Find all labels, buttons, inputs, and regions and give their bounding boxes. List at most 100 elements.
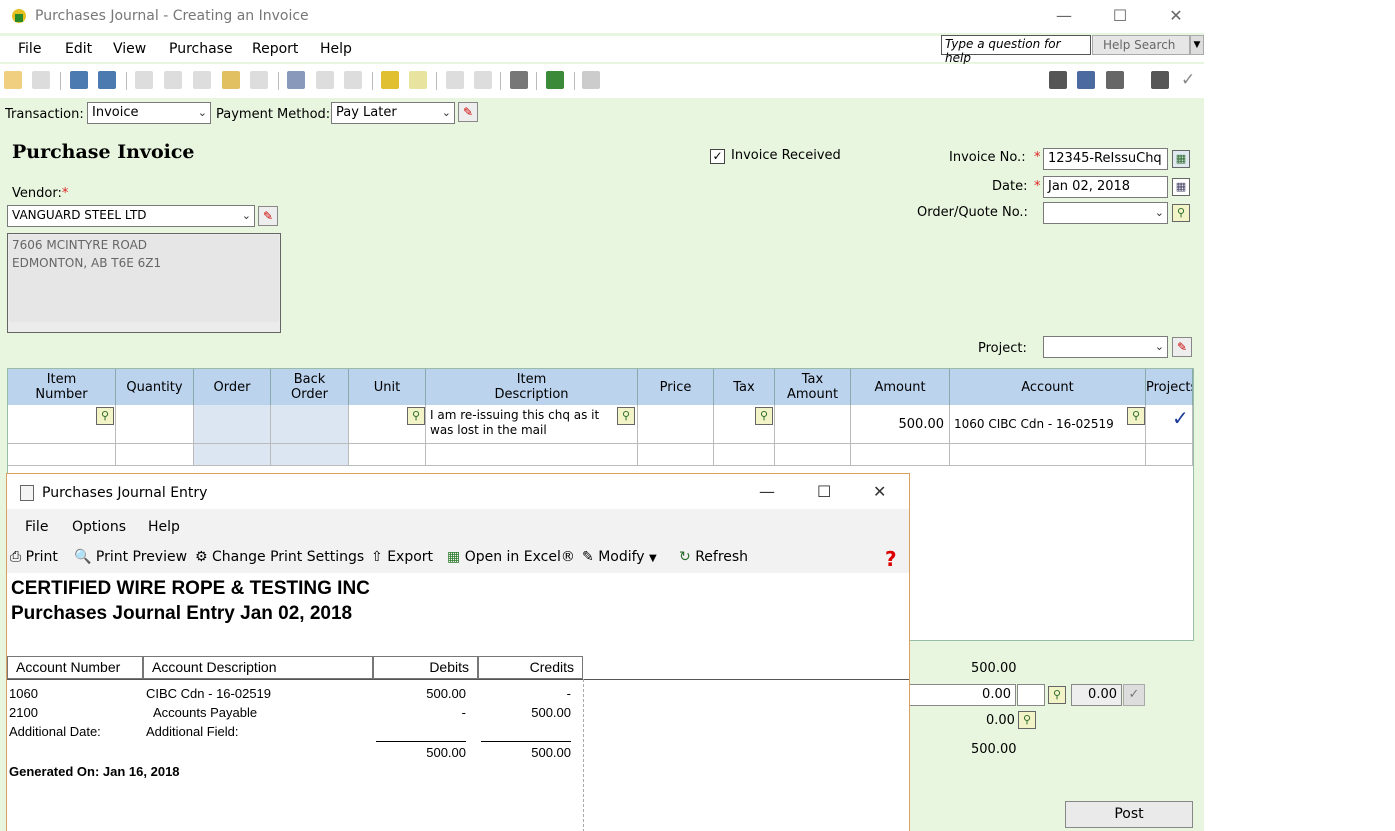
cell-empty[interactable] — [349, 444, 426, 466]
help-icon[interactable]: ? — [885, 547, 897, 571]
fill-icon[interactable] — [193, 71, 211, 89]
adjust-icon[interactable] — [222, 71, 240, 89]
change-print-settings-button[interactable]: ⚙ Change Print Settings — [195, 549, 364, 565]
modify-button[interactable]: ✎ Modify ▼ — [582, 549, 657, 565]
lookup-icon[interactable] — [446, 71, 464, 89]
search-icon[interactable]: ⚲ — [407, 407, 425, 425]
check-icon[interactable]: ✓ — [1181, 70, 1195, 90]
pin-icon[interactable]: ✎ — [458, 102, 478, 122]
close-button[interactable]: ✕ — [1164, 6, 1188, 26]
cell-empty[interactable] — [775, 444, 851, 466]
invoice-number-input[interactable]: 12345-ReIssuChq — [1043, 148, 1168, 170]
cell-empty[interactable] — [426, 444, 638, 466]
email-icon[interactable] — [409, 71, 427, 89]
journal-menu-help[interactable]: Help — [148, 519, 180, 535]
copy-icon[interactable] — [164, 71, 182, 89]
search-icon[interactable]: ⚲ — [1127, 407, 1145, 425]
journal-menu-options[interactable]: Options — [72, 519, 126, 535]
calendar-icon[interactable]: ▦ — [1172, 178, 1190, 196]
pin-icon[interactable]: ✎ — [1172, 337, 1192, 357]
freight-tax-code-input[interactable] — [1017, 684, 1045, 706]
search-icon[interactable]: ⚲ — [96, 407, 114, 425]
journal-menu-file[interactable]: File — [25, 519, 48, 535]
previous-icon[interactable] — [316, 71, 334, 89]
print-icon[interactable] — [287, 71, 305, 89]
window-icon[interactable] — [32, 71, 50, 89]
search-icon[interactable]: ⚲ — [1018, 711, 1036, 729]
cell-unit[interactable]: ⚲ — [349, 405, 426, 444]
cell-quantity[interactable] — [116, 405, 194, 444]
search-icon[interactable]: ⚲ — [1172, 204, 1190, 222]
print-preview-button[interactable]: 🔍 Print Preview — [74, 549, 187, 565]
allocation-check-icon[interactable]: ✓ — [1172, 406, 1189, 430]
order-quote-select[interactable]: ⌄ — [1043, 202, 1168, 224]
printer-icon[interactable] — [1151, 71, 1169, 89]
menu-file[interactable]: File — [18, 41, 41, 57]
refresh-button[interactable]: ↻ Refresh — [679, 549, 748, 565]
open-in-excel-button[interactable]: ▦ Open in Excel® — [447, 549, 575, 565]
col-item-number[interactable]: Item Number — [8, 369, 116, 405]
cell-empty[interactable] — [1146, 444, 1193, 466]
col-projects[interactable]: Projects — [1146, 369, 1193, 405]
undo-icon[interactable] — [135, 71, 153, 89]
cell-empty[interactable] — [116, 444, 194, 466]
settings-icon[interactable] — [1049, 71, 1067, 89]
col-tax-amount[interactable]: Tax Amount — [775, 369, 851, 405]
col-tax[interactable]: Tax — [714, 369, 775, 405]
store-icon[interactable] — [70, 71, 88, 89]
help-question-input[interactable]: Type a question for help — [941, 35, 1091, 65]
cell-item-number[interactable]: ⚲ — [8, 405, 116, 444]
vendor-select[interactable]: VANGUARD STEEL LTD ⌄ — [7, 205, 255, 227]
search-icon[interactable]: ⚲ — [755, 407, 773, 425]
journal-icon[interactable] — [546, 71, 564, 89]
recall-icon[interactable] — [98, 71, 116, 89]
calculator-icon[interactable] — [510, 71, 528, 89]
close-button[interactable]: ✕ — [873, 482, 886, 501]
reverse-icon[interactable] — [250, 71, 268, 89]
col-amount[interactable]: Amount — [851, 369, 950, 405]
print-button[interactable]: ⎙ Print — [10, 549, 58, 565]
cell-empty[interactable] — [638, 444, 714, 466]
form-icon[interactable] — [1106, 71, 1124, 89]
home-icon[interactable] — [4, 71, 22, 89]
edit-icon[interactable] — [474, 71, 492, 89]
project-select[interactable]: ⌄ — [1043, 336, 1168, 358]
cell-account[interactable]: 1060 CIBC Cdn - 16-02519 ⚲ — [950, 405, 1146, 444]
export-button[interactable]: ⇧ Export — [371, 549, 433, 565]
cell-item-description[interactable]: I am re-issuing this chq as it was lost … — [426, 405, 638, 444]
cell-tax[interactable]: ⚲ — [714, 405, 775, 444]
minimize-button[interactable]: — — [759, 482, 775, 501]
maximize-button[interactable]: ☐ — [817, 482, 831, 501]
payment-method-select[interactable]: Pay Later ⌄ — [331, 102, 455, 124]
vendor-address[interactable]: 7606 MCINTYRE ROAD EDMONTON, AB T6E 6Z1 — [7, 233, 281, 333]
minimize-button[interactable]: — — [1052, 6, 1076, 26]
help-search-button[interactable]: Help Search — [1092, 35, 1190, 55]
next-icon[interactable] — [344, 71, 362, 89]
col-order[interactable]: Order — [194, 369, 271, 405]
menu-report[interactable]: Report — [252, 41, 298, 57]
col-item-description[interactable]: Item Description — [426, 369, 638, 405]
date-input[interactable]: Jan 02, 2018 — [1043, 176, 1168, 198]
menu-purchase[interactable]: Purchase — [169, 41, 233, 57]
track-icon[interactable] — [381, 71, 399, 89]
cell-tax-amount[interactable] — [775, 405, 851, 444]
link-icon[interactable] — [582, 71, 600, 89]
cell-price[interactable] — [638, 405, 714, 444]
post-button[interactable]: Post — [1065, 801, 1193, 828]
freight-input[interactable]: 0.00 — [909, 684, 1016, 706]
maximize-button[interactable]: ☐ — [1108, 6, 1132, 26]
cell-empty[interactable] — [851, 444, 950, 466]
col-price[interactable]: Price — [638, 369, 714, 405]
check-icon[interactable]: ✓ — [1123, 684, 1145, 706]
invoice-received-checkbox[interactable]: ✓ — [710, 149, 725, 164]
col-back-order[interactable]: Back Order — [271, 369, 349, 405]
col-unit[interactable]: Unit — [349, 369, 426, 405]
cell-empty[interactable] — [8, 444, 116, 466]
cell-empty[interactable] — [950, 444, 1146, 466]
pin-icon[interactable]: ✎ — [258, 206, 278, 226]
col-account[interactable]: Account — [950, 369, 1146, 405]
menu-help[interactable]: Help — [320, 41, 352, 57]
search-icon[interactable]: ⚲ — [617, 407, 635, 425]
col-quantity[interactable]: Quantity — [116, 369, 194, 405]
menu-edit[interactable]: Edit — [65, 41, 92, 57]
